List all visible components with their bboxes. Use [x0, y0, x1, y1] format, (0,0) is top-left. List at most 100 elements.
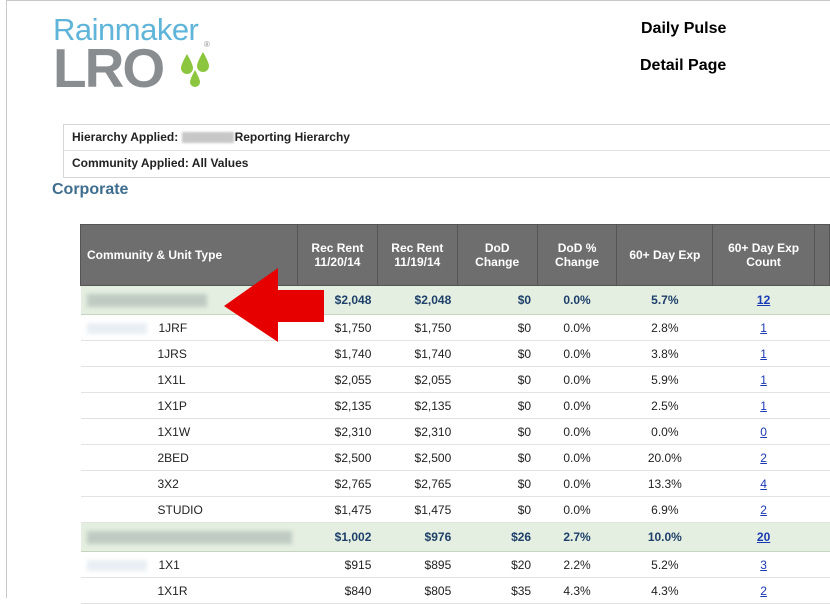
- cell-exp60-count: 2: [712, 444, 815, 471]
- unit-type: 3X2: [157, 476, 179, 491]
- table-row: 1JRS $1,740 $1,740 $0 0.0% 3.8% 1: [80, 340, 830, 367]
- overflow-cell: [814, 366, 830, 393]
- cell-rec-rent-2: $1,475: [377, 496, 458, 523]
- unit-type-cell: 1X1L: [80, 366, 298, 393]
- hierarchy-label: Hierarchy Applied:: [72, 130, 179, 144]
- overflow-cell: [814, 392, 830, 419]
- cell-exp60-count: 1: [712, 392, 815, 419]
- cell-exp60: 3.8%: [616, 340, 713, 367]
- annotation-arrow-icon: [224, 268, 324, 342]
- cell-rec-rent-1: $2,500: [297, 444, 378, 471]
- col-header-overflow: [813, 224, 830, 286]
- exp60-count-link[interactable]: 4: [760, 477, 767, 491]
- exp60-count-link[interactable]: 0: [760, 425, 767, 439]
- unit-type-cell: STUDIO: [80, 496, 298, 523]
- col-header-exp60-count[interactable]: 60+ Day Exp Count: [712, 224, 815, 286]
- applied-filters-panel: Hierarchy Applied: Reporting Hierarchy C…: [63, 124, 830, 178]
- cell-exp60: 2.8%: [616, 314, 713, 341]
- exp60-count-link[interactable]: 2: [760, 503, 767, 517]
- cell-dod-change: $0: [457, 392, 538, 419]
- cell-dod-pct: 2.2%: [537, 551, 617, 578]
- table-row: 1X1 $915 $895 $20 2.2% 5.2% 3: [80, 551, 830, 578]
- pulse-table: Community & Unit Type Rec Rent 11/20/14 …: [80, 224, 830, 604]
- exp60-count-link[interactable]: 1: [760, 347, 767, 361]
- overflow-cell: [814, 496, 830, 523]
- cell-exp60: 5.9%: [616, 366, 713, 393]
- exp60-count-link[interactable]: 1: [760, 373, 767, 387]
- cell-exp60-count: 2: [712, 496, 815, 523]
- cell-rec-rent-1: $2,310: [297, 418, 378, 445]
- unit-type-cell: 2BED: [80, 444, 298, 471]
- summary-rec-rent-2: $2,048: [377, 285, 458, 315]
- exp60-count-link[interactable]: 2: [760, 584, 767, 598]
- cell-dod-pct: 0.0%: [537, 418, 617, 445]
- cell-dod-pct: 0.0%: [537, 392, 617, 419]
- exp60-count-link[interactable]: 1: [760, 321, 767, 335]
- unit-type: 1X1P: [157, 398, 187, 413]
- summary-exp60-count: 20: [712, 522, 815, 552]
- community-filter-row: Community Applied: All Values: [64, 150, 830, 176]
- table-row: STUDIO $1,475 $1,475 $0 0.0% 6.9% 2: [80, 496, 830, 523]
- pulse-table-wrapper: Community & Unit Type Rec Rent 11/20/14 …: [80, 224, 830, 604]
- exp60-count-link[interactable]: 1: [760, 399, 767, 413]
- overflow-cell: [814, 285, 830, 315]
- exp60-count-link[interactable]: 3: [760, 558, 767, 572]
- col-header-dod-pct[interactable]: DoD % Change: [536, 224, 618, 286]
- table-body: $2,048 $2,048 $0 0.0% 5.7% 12 1JRF $1,750 $1,750…: [80, 285, 830, 604]
- cell-exp60-count: 0: [712, 418, 815, 445]
- overflow-cell: [814, 314, 830, 341]
- overflow-cell: [814, 577, 830, 604]
- exp60-count-link[interactable]: 20: [757, 530, 770, 544]
- cell-exp60: 6.9%: [616, 496, 713, 523]
- cell-dod-change: $0: [457, 470, 538, 497]
- section-title: Corporate: [52, 181, 129, 198]
- summary-exp60: 10.0%: [616, 522, 713, 552]
- table-row: 1X1L $2,055 $2,055 $0 0.0% 5.9% 1: [80, 366, 830, 393]
- cell-dod-pct: 0.0%: [537, 314, 617, 341]
- community-value: All Values: [191, 156, 249, 170]
- cell-rec-rent-1: $2,135: [297, 392, 378, 419]
- cell-exp60: 2.5%: [616, 392, 713, 419]
- cell-rec-rent-2: $805: [377, 577, 458, 604]
- exp60-count-link[interactable]: 12: [757, 293, 770, 307]
- redacted-hierarchy-name: [181, 132, 234, 144]
- cell-exp60-count: 4: [712, 470, 815, 497]
- cell-rec-rent-1: $1,740: [297, 340, 378, 367]
- cell-dod-change: $20: [457, 551, 538, 578]
- cell-rec-rent-1: $1,475: [297, 496, 378, 523]
- cell-dod-change: $0: [457, 496, 538, 523]
- cell-exp60-count: 1: [712, 314, 815, 341]
- col-header-dod-change[interactable]: DoD Change: [456, 224, 538, 286]
- unit-type-cell: 1X1P: [80, 392, 298, 419]
- cell-rec-rent-2: $2,310: [377, 418, 458, 445]
- overflow-cell: [814, 418, 830, 445]
- unit-type-cell: 1X1W: [80, 418, 298, 445]
- cell-rec-rent-2: $2,135: [377, 392, 458, 419]
- unit-type-cell: 1X1: [80, 551, 298, 578]
- redacted-community-label: [86, 322, 147, 334]
- report-title: Daily Pulse: [641, 20, 727, 37]
- table-row: 1X1R $840 $805 $35 4.3% 4.3% 2: [80, 577, 830, 604]
- cell-rec-rent-1: $915: [297, 551, 378, 578]
- raindrops-icon: [181, 52, 209, 87]
- summary-exp60-count: 12: [712, 285, 815, 315]
- unit-type: 1X1W: [157, 424, 191, 439]
- cell-dod-pct: 0.0%: [537, 470, 617, 497]
- col-header-exp60[interactable]: 60+ Day Exp: [616, 224, 714, 286]
- registered-mark: ®: [204, 40, 210, 49]
- unit-type-cell: 1X1R: [80, 577, 298, 604]
- exp60-count-link[interactable]: 2: [760, 451, 767, 465]
- cell-exp60: 13.3%: [616, 470, 713, 497]
- summary-exp60: 5.7%: [616, 285, 713, 315]
- cell-rec-rent-1: $2,055: [297, 366, 378, 393]
- hierarchy-filter-row: Hierarchy Applied: Reporting Hierarchy: [64, 125, 830, 150]
- community-summary-row: $2,048 $2,048 $0 0.0% 5.7% 12: [80, 285, 830, 315]
- table-header-row: Community & Unit Type Rec Rent 11/20/14 …: [80, 224, 830, 286]
- cell-dod-pct: 4.3%: [537, 577, 617, 604]
- summary-rec-rent-2: $976: [377, 522, 458, 552]
- cell-dod-change: $0: [457, 418, 538, 445]
- unit-type: 1X1: [158, 557, 180, 572]
- cell-dod-change: $0: [457, 340, 538, 367]
- unit-type: 1JRF: [158, 320, 188, 335]
- col-header-rec-rent-2[interactable]: Rec Rent 11/19/14: [376, 224, 458, 286]
